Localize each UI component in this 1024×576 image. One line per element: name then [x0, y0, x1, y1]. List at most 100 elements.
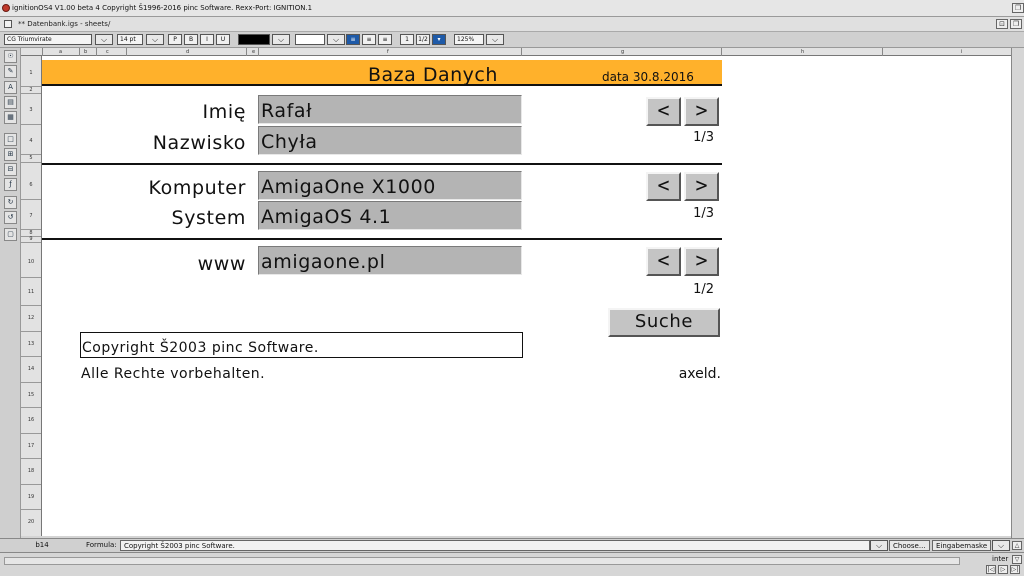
- align-center-icon[interactable]: ≡: [362, 34, 376, 45]
- row-header-20[interactable]: 20: [21, 519, 41, 525]
- prev-record-button-1[interactable]: <: [646, 97, 681, 126]
- depth-gadget-icon[interactable]: ❐: [1012, 3, 1024, 13]
- mode-dropdown-icon[interactable]: ⌵: [992, 540, 1010, 551]
- fill-color-dropdown-icon[interactable]: ⌵: [327, 34, 345, 45]
- align-right-icon[interactable]: ≡: [378, 34, 392, 45]
- next-record-button-3[interactable]: >: [684, 247, 719, 276]
- cell-reference: b14: [35, 541, 49, 549]
- col-header-h[interactable]: h: [801, 48, 804, 56]
- col-header-b[interactable]: b: [84, 48, 87, 56]
- font-name-dropdown-icon[interactable]: ⌵: [95, 34, 113, 45]
- author-text: axeld.: [678, 366, 721, 382]
- font-name-field[interactable]: CG Triumvirate: [4, 34, 92, 45]
- screen-title-bar: ignitionOS4 V1.00 beta 4 Copyright Š1996…: [0, 0, 1024, 17]
- horizontal-scroll-track[interactable]: [4, 557, 960, 565]
- search-button[interactable]: Suche: [608, 308, 720, 337]
- row-header-7[interactable]: 7: [21, 213, 41, 219]
- row-header-11[interactable]: 11: [21, 289, 41, 295]
- col-header-e[interactable]: e: [252, 48, 255, 56]
- table-tool-icon[interactable]: ▦: [4, 111, 17, 124]
- pointer-tool-icon[interactable]: ☉: [4, 50, 17, 63]
- vertical-align-bottom-icon[interactable]: ▾: [432, 34, 446, 45]
- scroll-down-icon[interactable]: ▽: [1012, 555, 1022, 564]
- col-header-g[interactable]: g: [621, 48, 624, 56]
- next-record-button-1[interactable]: >: [684, 97, 719, 126]
- col-header-d[interactable]: d: [186, 48, 189, 56]
- col-header-i[interactable]: i: [961, 48, 962, 56]
- pen-tool-icon[interactable]: ✎: [4, 65, 17, 78]
- next-record-button-2[interactable]: >: [684, 172, 719, 201]
- last-name-field[interactable]: Chyła: [258, 126, 522, 155]
- align-left-icon[interactable]: ≡: [346, 34, 360, 45]
- row-header-19[interactable]: 19: [21, 494, 41, 500]
- formula-dropdown-icon[interactable]: ⌵: [870, 540, 888, 551]
- www-field[interactable]: amigaone.pl: [258, 246, 522, 275]
- system-field[interactable]: AmigaOS 4.1: [258, 201, 522, 230]
- row-header-12[interactable]: 12: [21, 315, 41, 321]
- input-mask-button[interactable]: Eingabemaske: [932, 540, 992, 551]
- scroll-first-icon[interactable]: |◁: [986, 565, 996, 574]
- object-tool-icon[interactable]: □: [4, 133, 17, 146]
- row-header-6[interactable]: 6: [21, 182, 41, 188]
- col-header-c[interactable]: c: [106, 48, 109, 56]
- function-tool-icon[interactable]: ƒ: [4, 178, 17, 191]
- prev-record-button-3[interactable]: <: [646, 247, 681, 276]
- status-bar: b14 Formula: Copyright Š2003 pinc Softwa…: [0, 538, 1024, 552]
- font-size-field[interactable]: 14 pt: [117, 34, 143, 45]
- spreadsheet-sheet[interactable]: Baza Danych data 30.8.2016 Imię Rafał Na…: [42, 56, 1011, 536]
- row-header-10[interactable]: 10: [21, 259, 41, 265]
- col-header-a[interactable]: a: [59, 48, 62, 56]
- copyright-cell[interactable]: Copyright Š2003 pinc Software.: [80, 332, 523, 358]
- row-header-14[interactable]: 14: [21, 366, 41, 372]
- text-color-dropdown-icon[interactable]: ⌵: [272, 34, 290, 45]
- record-counter-1: 1/3: [693, 130, 714, 145]
- grid-tool-icon[interactable]: ⊟: [4, 163, 17, 176]
- zoom-dropdown-icon[interactable]: ⌵: [486, 34, 504, 45]
- depth-gadget-window-icon[interactable]: ❐: [1010, 19, 1022, 29]
- scroll-right-icon[interactable]: ▷|: [1010, 565, 1020, 574]
- tool-column: ☉ ✎ A ▤ ▦ □ ⊞ ⊟ ƒ ↻ ↺ ▢: [0, 48, 21, 538]
- page-title: Baza Danych: [368, 64, 498, 86]
- row-header-13[interactable]: 13: [21, 341, 41, 347]
- style-underline-button[interactable]: U: [216, 34, 230, 45]
- row-header-4[interactable]: 4: [21, 138, 41, 144]
- window-title-bar: ** Datenbank.igs - sheets/ ⊡ ❐: [0, 17, 1024, 32]
- text-tool-icon[interactable]: A: [4, 81, 17, 94]
- first-name-field[interactable]: Rafał: [258, 95, 522, 124]
- zoom-field[interactable]: 125%: [454, 34, 484, 45]
- close-icon[interactable]: [4, 20, 12, 28]
- align-tool-icon[interactable]: ⊞: [4, 148, 17, 161]
- text-color-swatch[interactable]: [238, 34, 270, 45]
- undo-tool-icon[interactable]: ↺: [4, 211, 17, 224]
- row-header-18[interactable]: 18: [21, 468, 41, 474]
- rotate-tool-icon[interactable]: ↻: [4, 196, 17, 209]
- style-italic-button[interactable]: I: [200, 34, 214, 45]
- row-header-17[interactable]: 17: [21, 443, 41, 449]
- row-header-5[interactable]: 5: [21, 155, 41, 161]
- vertical-scrollbar[interactable]: [1011, 48, 1024, 538]
- chart-tool-icon[interactable]: ▤: [4, 96, 17, 109]
- choose-button[interactable]: Choose...: [889, 540, 930, 551]
- zoom-gadget-icon[interactable]: ⊡: [996, 19, 1008, 29]
- scroll-up-icon[interactable]: △: [1012, 541, 1022, 550]
- style-bold-button[interactable]: B: [184, 34, 198, 45]
- horizontal-scrollbar[interactable]: inter ▽ |◁ ▷ ▷|: [0, 552, 1024, 576]
- fill-color-swatch[interactable]: [295, 34, 325, 45]
- vertical-align-middle-button[interactable]: 1/2: [416, 34, 430, 45]
- row-header-3[interactable]: 3: [21, 107, 41, 113]
- font-size-dropdown-icon[interactable]: ⌵: [146, 34, 164, 45]
- row-header-16[interactable]: 16: [21, 417, 41, 423]
- frame-tool-icon[interactable]: ▢: [4, 228, 17, 241]
- row-header-1[interactable]: 1: [21, 70, 41, 76]
- scroll-left-icon[interactable]: ▷: [998, 565, 1008, 574]
- input-mode-text: inter: [992, 555, 1009, 563]
- computer-field[interactable]: AmigaOne X1000: [258, 171, 522, 200]
- style-plain-button[interactable]: P: [168, 34, 182, 45]
- label-first-name: Imię: [202, 101, 246, 123]
- divider-1: [42, 163, 722, 165]
- col-header-f[interactable]: f: [387, 48, 389, 56]
- vertical-align-top-button[interactable]: 1: [400, 34, 414, 45]
- prev-record-button-2[interactable]: <: [646, 172, 681, 201]
- row-header-15[interactable]: 15: [21, 392, 41, 398]
- formula-input[interactable]: Copyright Š2003 pinc Software.: [120, 540, 870, 551]
